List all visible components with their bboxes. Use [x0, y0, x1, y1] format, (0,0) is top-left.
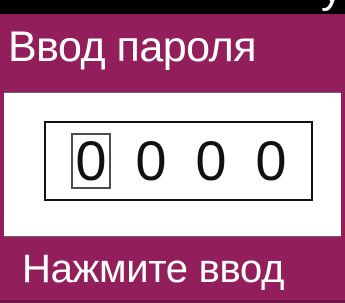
content-panel: 0 0 0 0	[4, 92, 341, 237]
page-title: Ввод пароля	[8, 23, 257, 71]
top-bar: у	[0, 0, 345, 14]
pin-digit-1[interactable]: 0	[71, 133, 111, 189]
right-frame-edge	[341, 92, 345, 237]
footer-bar: Нажмите ввод	[0, 237, 345, 303]
pin-digit-4[interactable]: 0	[251, 133, 291, 189]
pin-digit-2[interactable]: 0	[131, 133, 171, 189]
enter-hint: Нажмите ввод	[22, 247, 285, 291]
partial-glyph: у	[321, 0, 343, 10]
header-bar: Ввод пароля	[0, 14, 345, 92]
password-entry-screen: у Ввод пароля 0 0 0 0 Нажмите ввод	[0, 0, 345, 303]
pin-digit-3[interactable]: 0	[191, 133, 231, 189]
pin-code-field[interactable]: 0 0 0 0	[44, 121, 313, 201]
